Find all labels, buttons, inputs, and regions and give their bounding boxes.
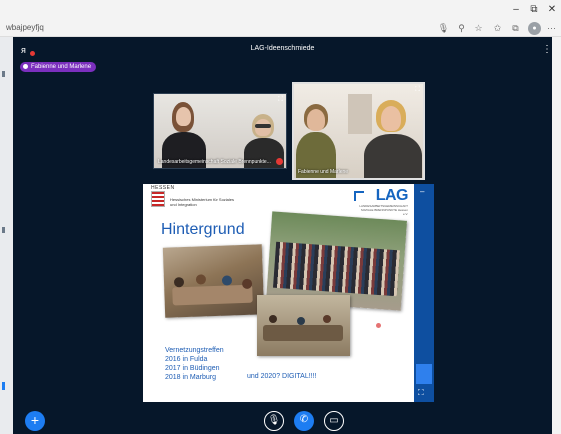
star-icon[interactable]: ☆	[472, 22, 485, 35]
slide-text: Vernetzungstreffen 2016 in Fulda 2017 in…	[165, 346, 224, 382]
doorway	[348, 94, 372, 134]
camera-button[interactable]: ▭	[324, 411, 344, 431]
lag-logo: LAG	[375, 187, 409, 204]
video-tile[interactable]: ⛶ Landesarbeitsgemeinschaft Soziale Bren…	[153, 93, 287, 169]
speaker-name: Fabienne und Marlene	[31, 64, 92, 70]
slide-line: Vernetzungstreffen	[165, 347, 224, 354]
hessen-crest	[151, 191, 165, 207]
more-icon[interactable]: ···	[545, 22, 558, 35]
lag-logo-mark	[354, 191, 364, 201]
edge-mark	[2, 71, 5, 77]
person-body	[364, 134, 422, 178]
photo-workshop	[257, 295, 350, 356]
fullscreen-icon[interactable]: ⛶	[418, 388, 424, 398]
ministry-label: Hessisches Ministerium für Soziales und …	[170, 197, 235, 207]
screen: – ⧉ ✕ wbajpeyfjq 🎙 ⚲ ☆ ✩ ⧉ ● ··· ᴙ LAG-I…	[0, 0, 561, 434]
pointer-dot	[376, 323, 381, 328]
restore-button[interactable]: ⧉	[526, 3, 542, 17]
video-name: Landesarbeitsgemeinschaft Soziale Brennp…	[158, 159, 271, 165]
meeting-app: ᴙ LAG-Ideenschmiede ⋮ Fabienne und Marle…	[13, 37, 552, 434]
slide-heading: Hintergrund	[161, 221, 245, 238]
person-shape	[195, 274, 207, 285]
video-name: Fabienne und Marlene	[298, 169, 349, 175]
slide-line: 2018 in Marburg	[165, 374, 216, 381]
lag-subtitle: LANDESARBEITSGEMEINSCHAFT SOZIALE BRENNP…	[359, 204, 408, 216]
mic-icon[interactable]: 🎙	[437, 22, 450, 35]
page-edge	[0, 37, 13, 434]
slide-line: 2016 in Fulda	[165, 356, 208, 363]
person-face	[381, 106, 401, 131]
address-bar[interactable]: wbajpeyfjq 🎙 ⚲ ☆ ✩ ⧉ ● ···	[0, 20, 561, 37]
talking-indicator[interactable]: Fabienne und Marlene	[20, 62, 97, 72]
person-shape	[221, 275, 233, 286]
phone-button[interactable]: ✆	[294, 411, 314, 431]
mic-button[interactable]: 🎙	[264, 411, 284, 431]
favorites-icon[interactable]: ✩	[491, 22, 504, 35]
person-shape	[297, 317, 305, 325]
slide-line: 2017 in Büdingen	[165, 365, 220, 372]
edge-mark	[2, 382, 5, 390]
person-face	[307, 109, 325, 131]
url-text[interactable]: wbajpeyfjq	[6, 23, 44, 32]
profile-icon[interactable]: ●	[528, 22, 541, 35]
photo-meeting-room	[162, 244, 265, 318]
person-shape	[323, 315, 331, 323]
person-face	[176, 107, 191, 126]
add-button[interactable]: +	[25, 411, 45, 431]
browser-titlebar: – ⧉ ✕	[0, 0, 561, 20]
zoom-icon[interactable]: ⚲	[455, 22, 468, 35]
expand-icon[interactable]: ⛶	[278, 96, 283, 104]
table-shape	[172, 284, 253, 306]
presentation-tool-button[interactable]	[416, 364, 432, 384]
presentation-sidebar: – ⛶	[414, 184, 434, 402]
close-button[interactable]: ✕	[544, 3, 560, 17]
options-icon[interactable]: ⋮	[542, 44, 552, 55]
minimize-presentation-icon[interactable]: –	[420, 187, 424, 196]
presentation-slide[interactable]: HESSEN Hessisches Ministerium für Sozial…	[143, 184, 414, 402]
person-shape	[269, 315, 277, 323]
crowd-shape	[272, 241, 400, 297]
expand-icon[interactable]: ⛶	[415, 86, 420, 94]
mic-icon	[23, 63, 28, 69]
edge-mark	[2, 227, 5, 233]
slide-extra-text: und 2020? DIGITAL!!!!	[247, 373, 317, 380]
minimize-button[interactable]: –	[508, 3, 524, 17]
status-badge	[276, 158, 283, 165]
table-shape	[263, 325, 343, 341]
glasses	[255, 124, 271, 128]
video-tile-active[interactable]: ⛶ Fabienne und Marlene	[292, 82, 425, 180]
collections-icon[interactable]: ⧉	[509, 22, 522, 35]
meeting-title: LAG-Ideenschmiede	[250, 45, 315, 52]
person-shape	[173, 277, 185, 288]
